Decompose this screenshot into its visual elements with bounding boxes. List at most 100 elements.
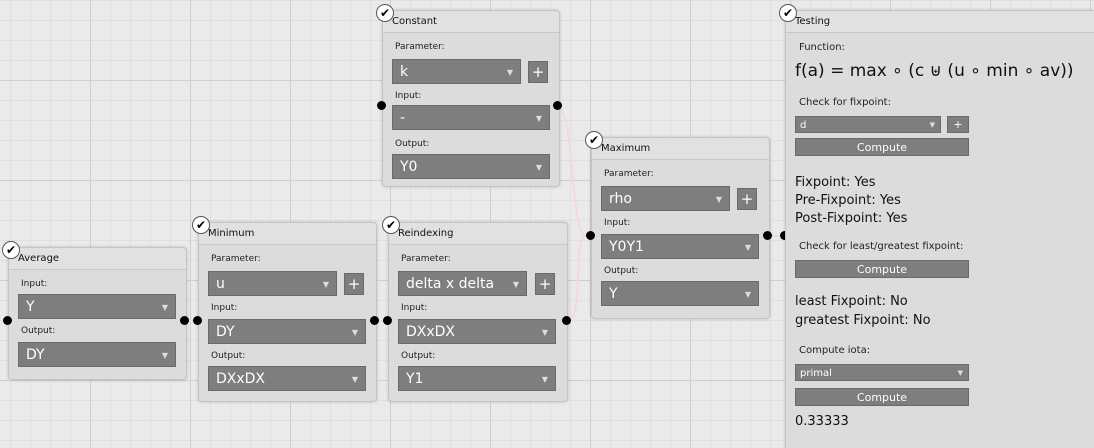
chevron-down-icon: ▼ bbox=[929, 121, 935, 129]
reindexing-node[interactable]: ✔ Reindexing Parameter: delta x delta ▼ … bbox=[382, 216, 568, 402]
input-label: Input: bbox=[211, 303, 238, 313]
panel-title: Testing bbox=[786, 11, 1094, 33]
parameter-value: rho bbox=[609, 191, 632, 207]
node-title: Reindexing bbox=[389, 223, 567, 245]
output-select[interactable]: Y0 ▼ bbox=[392, 154, 550, 179]
input-value: DXxDX bbox=[406, 324, 456, 340]
checkmark-icon: ✔ bbox=[192, 216, 210, 234]
parameter-label: Parameter: bbox=[604, 169, 654, 179]
compute-least-greatest-button[interactable]: Compute bbox=[795, 260, 969, 278]
output-select[interactable]: Y1 ▼ bbox=[398, 366, 556, 391]
iota-select-value: primal bbox=[800, 368, 832, 379]
chevron-down-icon: ▼ bbox=[541, 328, 548, 337]
output-value: Y0 bbox=[400, 159, 418, 175]
least-greatest-label: Check for least/greatest fixpoint: bbox=[799, 241, 964, 252]
iota-select[interactable]: primal ▼ bbox=[795, 364, 969, 381]
input-value: Y0Y1 bbox=[609, 239, 644, 255]
output-label: Output: bbox=[395, 139, 430, 149]
input-select[interactable]: Y ▼ bbox=[18, 294, 176, 319]
chevron-down-icon: ▼ bbox=[161, 303, 168, 312]
chevron-down-icon: ▼ bbox=[506, 68, 513, 77]
function-label: Function: bbox=[799, 42, 845, 53]
parameter-select[interactable]: k ▼ bbox=[392, 59, 521, 84]
node-title: Maximum bbox=[592, 138, 769, 160]
parameter-select[interactable]: rho ▼ bbox=[601, 186, 730, 211]
output-label: Output: bbox=[401, 351, 436, 361]
constant-node[interactable]: ✔ Constant Parameter: k ▼ + Input: - ▼ O… bbox=[376, 4, 560, 187]
compute-fixpoint-button[interactable]: Compute bbox=[795, 138, 969, 156]
add-parameter-button[interactable]: + bbox=[344, 273, 364, 295]
output-select[interactable]: DY ▼ bbox=[18, 342, 176, 367]
checkmark-icon: ✔ bbox=[779, 4, 797, 22]
checkmark-icon: ✔ bbox=[382, 216, 400, 234]
output-select[interactable]: Y ▼ bbox=[601, 281, 759, 306]
add-fixpoint-button[interactable]: + bbox=[947, 116, 969, 133]
iota-result: 0.33333 bbox=[795, 414, 849, 429]
average-output-port[interactable] bbox=[180, 316, 189, 325]
chevron-down-icon: ▼ bbox=[715, 195, 722, 204]
chevron-down-icon: ▼ bbox=[744, 243, 751, 252]
parameter-select[interactable]: delta x delta ▼ bbox=[398, 271, 527, 296]
input-label: Input: bbox=[604, 218, 631, 228]
checkmark-icon: ✔ bbox=[376, 4, 394, 22]
parameter-label: Parameter: bbox=[395, 42, 445, 52]
minimum-output-port[interactable] bbox=[370, 316, 379, 325]
wire-constant-to-maximum bbox=[556, 105, 587, 237]
average-input-port[interactable] bbox=[3, 316, 12, 325]
output-value: DXxDX bbox=[216, 371, 266, 387]
chevron-down-icon: ▼ bbox=[535, 114, 542, 123]
reindexing-input-port[interactable] bbox=[383, 316, 392, 325]
chevron-down-icon: ▼ bbox=[535, 163, 542, 172]
output-value: Y1 bbox=[406, 371, 424, 387]
fixpoint-check-label: Check for fixpoint: bbox=[799, 97, 891, 108]
iota-label: Compute iota: bbox=[799, 345, 871, 356]
post-fixpoint-result: Post-Fixpoint: Yes bbox=[795, 211, 908, 226]
parameter-label: Parameter: bbox=[401, 254, 451, 264]
output-value: DY bbox=[26, 347, 45, 363]
average-node[interactable]: ✔ Average Input: Y ▼ Output: DY ▼ bbox=[2, 241, 187, 380]
fixpoint-select[interactable]: d ▼ bbox=[795, 116, 941, 133]
chevron-down-icon: ▼ bbox=[322, 280, 329, 289]
output-label: Output: bbox=[211, 351, 246, 361]
input-select[interactable]: DY ▼ bbox=[208, 319, 366, 344]
maximum-output-port[interactable] bbox=[763, 231, 772, 240]
maximum-input-port[interactable] bbox=[586, 231, 595, 240]
chevron-down-icon: ▼ bbox=[957, 369, 963, 377]
parameter-value: u bbox=[216, 276, 225, 292]
wire-reindexing-to-maximum bbox=[566, 235, 587, 322]
parameter-select[interactable]: u ▼ bbox=[208, 271, 337, 296]
fixpoint-select-value: d bbox=[800, 120, 807, 131]
pre-fixpoint-result: Pre-Fixpoint: Yes bbox=[795, 193, 901, 208]
function-formula: f(a) = max ∘ (c ⊎ (u ∘ min ∘ av)) bbox=[795, 61, 1074, 81]
checkmark-icon: ✔ bbox=[2, 241, 20, 259]
checkmark-icon: ✔ bbox=[585, 131, 603, 149]
chevron-down-icon: ▼ bbox=[512, 280, 519, 289]
input-value: DY bbox=[216, 324, 235, 340]
input-select[interactable]: DXxDX ▼ bbox=[398, 319, 556, 344]
reindexing-output-port[interactable] bbox=[562, 316, 571, 325]
output-label: Output: bbox=[21, 326, 56, 336]
chevron-down-icon: ▼ bbox=[541, 375, 548, 384]
minimum-node[interactable]: ✔ Minimum Parameter: u ▼ + Input: DY ▼ O… bbox=[192, 216, 377, 402]
parameter-value: delta x delta bbox=[406, 276, 495, 292]
input-select[interactable]: - ▼ bbox=[392, 105, 550, 130]
input-value: - bbox=[400, 110, 406, 126]
node-title: Minimum bbox=[199, 223, 376, 245]
parameter-value: k bbox=[400, 64, 409, 80]
add-parameter-button[interactable]: + bbox=[737, 188, 757, 210]
minimum-input-port[interactable] bbox=[193, 316, 202, 325]
input-value: Y bbox=[26, 299, 35, 315]
node-title: Constant bbox=[383, 11, 559, 33]
least-fixpoint-result: least Fixpoint: No bbox=[795, 294, 908, 309]
maximum-node[interactable]: ✔ Maximum Parameter: rho ▼ + Input: Y0Y1… bbox=[585, 131, 770, 319]
output-select[interactable]: DXxDX ▼ bbox=[208, 366, 366, 391]
constant-input-port[interactable] bbox=[377, 101, 386, 110]
input-select[interactable]: Y0Y1 ▼ bbox=[601, 234, 759, 259]
input-label: Input: bbox=[401, 303, 428, 313]
node-title: Average bbox=[9, 248, 186, 270]
constant-output-port[interactable] bbox=[553, 101, 562, 110]
add-parameter-button[interactable]: + bbox=[528, 61, 548, 83]
chevron-down-icon: ▼ bbox=[351, 328, 358, 337]
compute-iota-button[interactable]: Compute bbox=[795, 388, 969, 406]
add-parameter-button[interactable]: + bbox=[535, 273, 555, 295]
